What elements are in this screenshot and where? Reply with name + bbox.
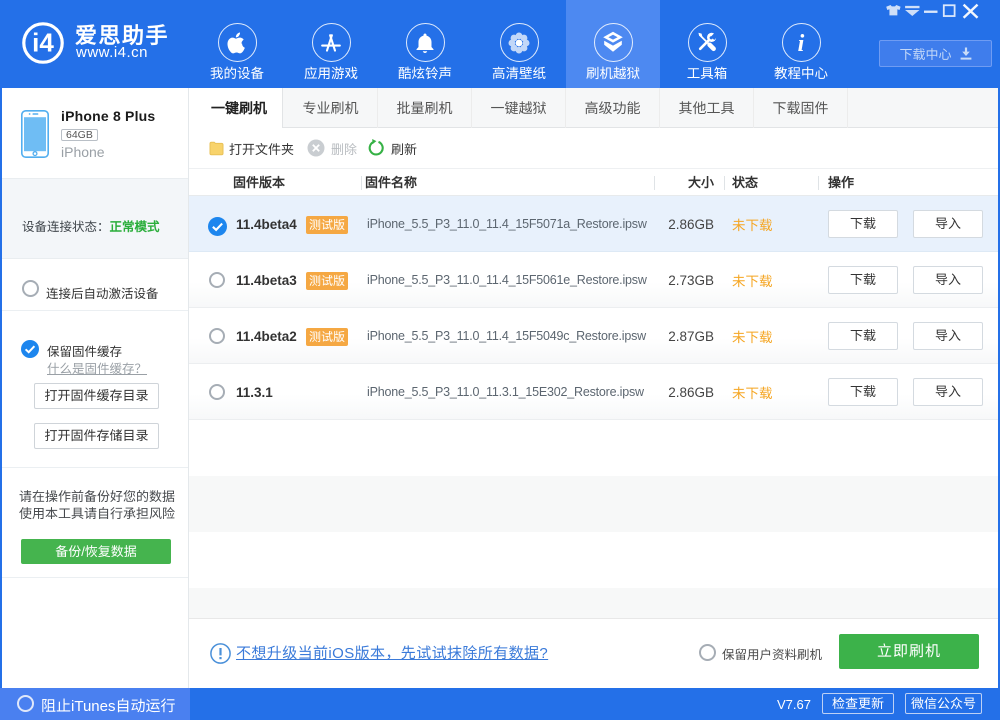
svg-text:i4: i4 — [32, 28, 54, 58]
svg-text:i: i — [798, 31, 805, 55]
